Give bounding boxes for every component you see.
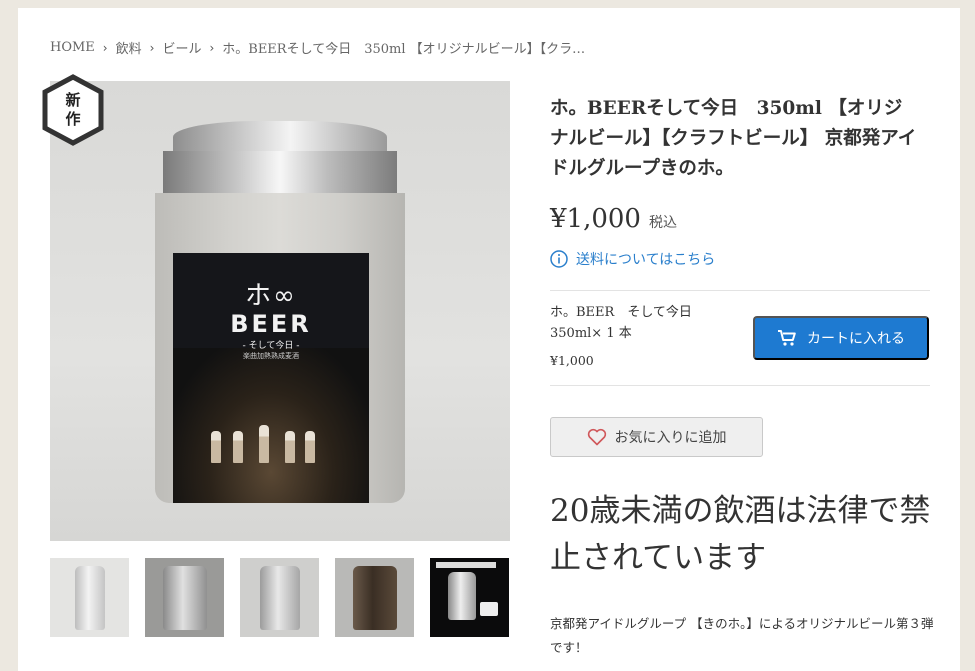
divider (550, 385, 930, 386)
add-to-cart-button[interactable]: カートに入れる (753, 316, 929, 360)
new-badge-icon: 新 作 (41, 74, 105, 146)
product-description: 京都発アイドルグループ 【きのホ。】によるオリジナルビール第３弾です！ (550, 616, 934, 655)
thumbnail-3[interactable] (240, 558, 319, 637)
chevron-right-icon: › (209, 40, 215, 55)
chevron-right-icon: › (102, 40, 108, 55)
divider (550, 290, 930, 291)
thumbnail-2[interactable] (145, 558, 224, 637)
can-label: ホ∞ BEER - そして今日 - 楽曲加熱熟成麦酒 (173, 253, 369, 503)
favorite-button-label: お気に入りに追加 (614, 429, 727, 445)
breadcrumb-beer[interactable]: ビール (162, 38, 201, 57)
product-title: ホ。BEERそして今日 350ml 【オリジナルビール】【クラフトビール】 京都… (550, 98, 917, 179)
badge-text-new: 新 (65, 91, 81, 109)
age-warning: 20歳未満の飲酒は法律で禁止されています (550, 493, 931, 576)
page: HOME › 飲料 › ビール › ホ。BEERそして今日 350ml 【オリジ… (18, 8, 960, 671)
tax-label: 税込 (648, 215, 677, 231)
variant-price: ¥1,000 (550, 353, 594, 368)
thumbnail-1[interactable] (50, 558, 129, 637)
breadcrumb-drinks[interactable]: 飲料 (116, 38, 142, 57)
thumbnail-4[interactable] (335, 558, 414, 637)
can-logo: ホ∞ BEER - そして今日 - 楽曲加熱熟成麦酒 (230, 281, 312, 360)
cart-icon (778, 330, 796, 346)
thumbnail-strip (50, 558, 509, 637)
add-to-favorites-button[interactable]: お気に入りに追加 (550, 417, 763, 457)
concert-photo (173, 348, 369, 503)
breadcrumb-home[interactable]: HOME (50, 40, 95, 55)
variant-name: ホ。BEER そして今日 350ml× 1 本 (550, 305, 705, 341)
main-product-image[interactable]: ホ∞ BEER - そして今日 - 楽曲加熱熟成麦酒 (50, 81, 510, 541)
thumbnail-5[interactable] (430, 558, 509, 637)
chevron-right-icon: › (149, 40, 155, 55)
info-icon (550, 250, 568, 268)
breadcrumb: HOME › 飲料 › ビール › ホ。BEERそして今日 350ml 【オリジ… (50, 38, 585, 57)
breadcrumb-current: ホ。BEERそして今日 350ml 【オリジナルビール】【クラ… (222, 42, 586, 57)
product-price: ¥1,000 (550, 204, 641, 234)
shipping-info-link[interactable]: 送料についてはこちら (550, 249, 715, 269)
cart-button-label: カートに入れる (807, 331, 905, 347)
shipping-link-text: 送料についてはこちら (576, 252, 716, 268)
badge-text-work: 作 (65, 110, 81, 128)
heart-icon (587, 428, 606, 446)
price-row: ¥1,000 税込 (550, 204, 677, 234)
beer-can-image: ホ∞ BEER - そして今日 - 楽曲加熱熟成麦酒 (155, 121, 405, 516)
